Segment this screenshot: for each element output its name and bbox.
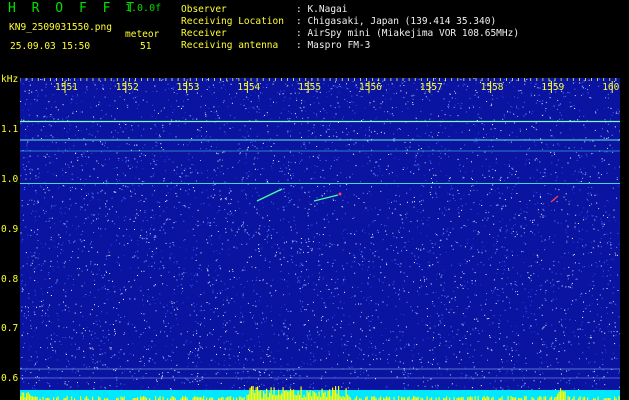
app-version: 1.0.0f [125,3,162,14]
x-tick-1556: 1556 [359,82,382,93]
x-tick-1553: 1553 [177,82,200,93]
meteor-echo-2-head [338,192,342,196]
y-tick-0-9: 0.9 [1,224,19,235]
info-value-observer: : K.Nagai [296,4,348,15]
x-tick-1600: 1600 [602,82,620,93]
y-tick-0-8: 0.8 [1,274,19,285]
x-tick-1554: 1554 [237,82,260,93]
x-tick-1555: 1555 [298,82,321,93]
spectrogram-plot[interactable]: 1551 1552 1553 1554 1555 1556 1557 1558 1559 1600 [20,78,620,400]
x-tick-1557: 1557 [420,82,443,93]
info-label-antenna: Receiving antenna [181,40,279,51]
y-tick-0-6: 0.6 [1,373,19,384]
file-datetime: 25.09.03 15:50 [10,41,91,52]
x-tick-1552: 1552 [116,82,139,93]
spectrogram-background [20,78,620,400]
x-tick-1559: 1559 [541,82,564,93]
info-label-receiver: Receiver [181,28,227,39]
info-label-observer: Observer [181,4,227,15]
info-value-receiver: : AirSpy mini (Miakejima VOR 108.65MHz) [296,28,520,39]
info-label-location: Receiving Location [181,16,284,27]
app-title: H R O F F T [8,1,139,16]
info-value-location: : Chigasaki, Japan (139.414 35.340) [296,16,497,27]
header-panel: H R O F F T 1.0.0f KN9_2509031550.png 25… [0,0,629,78]
meteor-count: 51 [140,41,152,52]
x-tick-1558: 1558 [481,82,504,93]
y-tick-0-7: 0.7 [1,323,19,334]
info-value-antenna: : Maspro FM-3 [296,40,371,51]
y-tick-1-1: 1.1 [1,124,19,135]
spectrogram-svg: 1551 1552 1553 1554 1555 1556 1557 1558 1559 1600 [20,78,620,400]
meteor-label: meteor [125,29,160,40]
file-name: KN9_2509031550.png [9,22,112,33]
y-axis-unit: kHz [1,74,19,85]
y-tick-1-0: 1.0 [1,174,19,185]
x-tick-1551: 1551 [55,82,78,93]
